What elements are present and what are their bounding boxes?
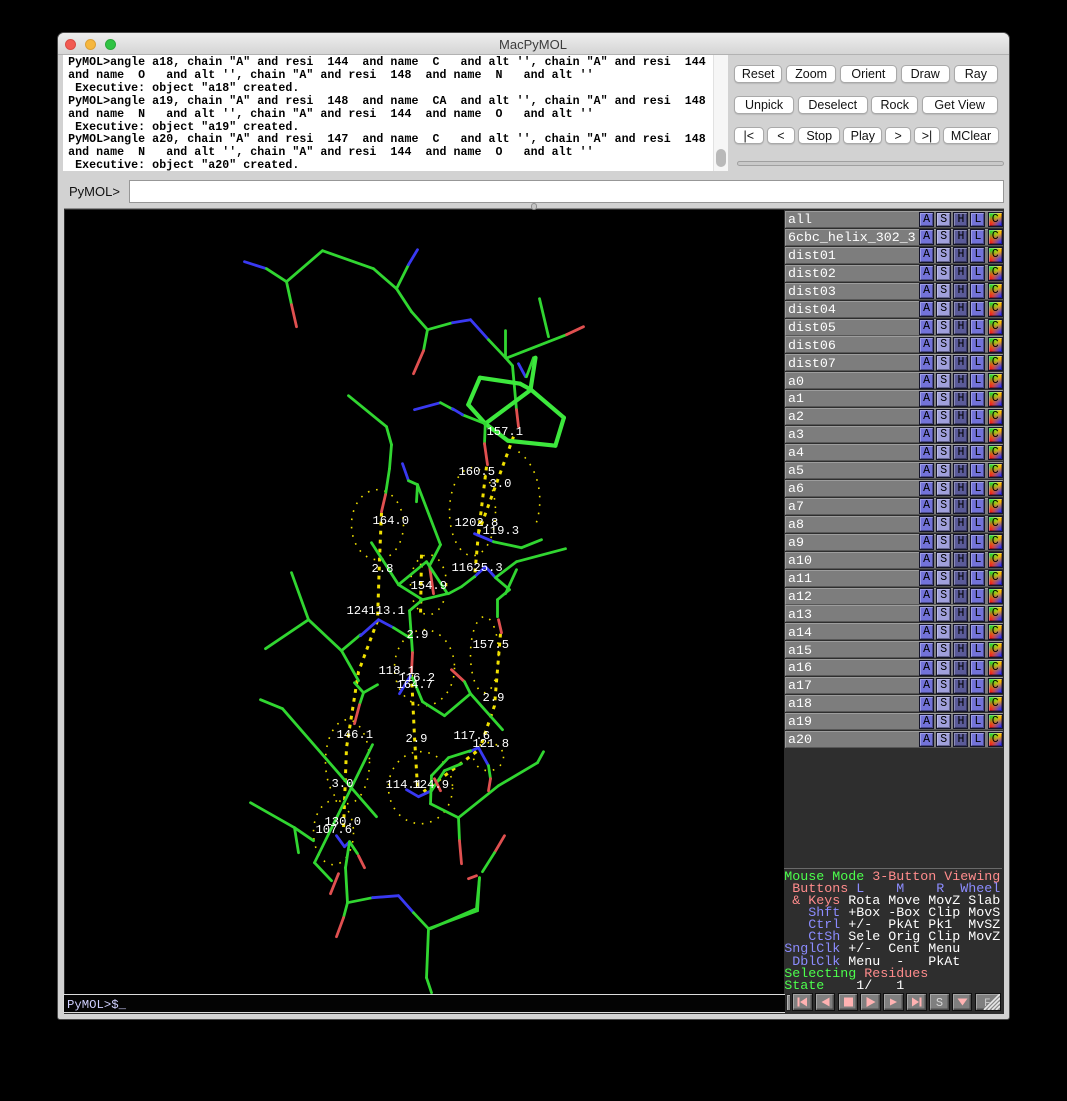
svg-text:121.8: 121.8 — [472, 737, 509, 751]
svg-text:2.9: 2.9 — [482, 691, 504, 705]
svg-text:157.5: 157.5 — [472, 638, 509, 652]
svg-text:2.9: 2.9 — [406, 628, 428, 642]
svg-text:107.6: 107.6 — [315, 823, 352, 837]
svg-text:164.7: 164.7 — [396, 678, 433, 692]
svg-text:164.0: 164.0 — [372, 514, 409, 528]
svg-text:2.8: 2.8 — [371, 562, 393, 576]
svg-text:146.1: 146.1 — [336, 728, 373, 742]
svg-text:11625.3: 11625.3 — [451, 561, 502, 575]
svg-text:157.1: 157.1 — [486, 425, 523, 439]
svg-text:124113.1: 124113.1 — [346, 604, 405, 618]
svg-text:154.9: 154.9 — [410, 579, 447, 593]
svg-text:119.3: 119.3 — [482, 524, 519, 538]
svg-text:124.9: 124.9 — [412, 778, 449, 792]
svg-text:3.0: 3.0 — [489, 477, 511, 491]
svg-text:S: S — [936, 996, 943, 1010]
svg-text:3.0: 3.0 — [331, 777, 353, 791]
svg-text:2.9: 2.9 — [405, 732, 427, 746]
